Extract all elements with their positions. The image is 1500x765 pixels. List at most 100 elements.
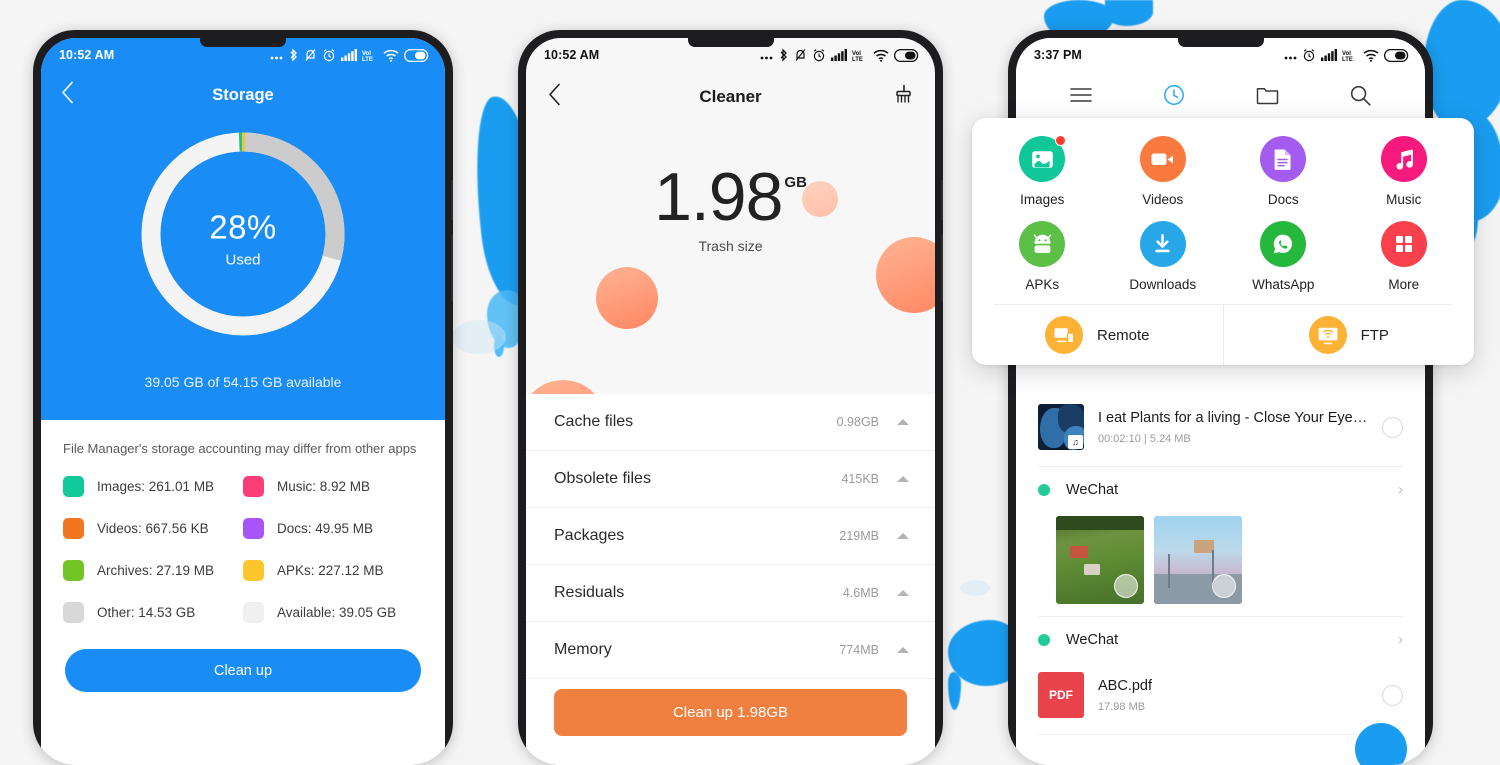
clock-icon [1163, 85, 1184, 105]
menu-button[interactable] [1059, 77, 1103, 113]
caret-up-icon[interactable] [897, 590, 909, 596]
cleaner-row[interactable]: Cache files 0.98GB [526, 394, 935, 451]
select-radio[interactable] [1382, 684, 1403, 706]
clean-up-button[interactable]: Clean up [65, 649, 421, 693]
file-manager-toolbar [1016, 72, 1425, 118]
cleaner-row-size: 219MB [839, 529, 879, 543]
file-name: I eat Plants for a living - Close Your E… [1098, 409, 1368, 426]
legend-label: Available: 39.05 GB [277, 605, 397, 621]
legend-swatch [63, 518, 84, 540]
select-circle[interactable] [1212, 574, 1236, 598]
category-downloads[interactable]: Downloads [1103, 221, 1224, 292]
storage-donut-chart: 28% Used [41, 124, 445, 354]
screenshot-canvas: 10:52 AM VoI LTE Storage 28% Used 39.05 … [0, 0, 1500, 765]
signal-icon [1321, 49, 1337, 61]
back-button[interactable] [548, 83, 562, 112]
category-grid: Images Videos Docs Music APKs Downloads … [972, 135, 1474, 304]
wifi-icon [383, 49, 399, 62]
category-label: Videos [1142, 192, 1184, 207]
category-whatsapp[interactable]: WhatsApp [1223, 221, 1344, 292]
legend-item[interactable]: Docs: 49.95 MB [243, 518, 423, 540]
remote-action[interactable]: Remote [972, 305, 1223, 365]
trash-size-value-wrap: 1.98 GB [526, 158, 935, 236]
status-time: 3:37 PM [1034, 48, 1082, 62]
legend-item[interactable]: APKs: 227.12 MB [243, 560, 423, 582]
storage-appbar: Storage [41, 72, 445, 118]
category-images[interactable]: Images [982, 135, 1103, 207]
signal-icon [341, 49, 357, 61]
decorative-bubble-icon [526, 380, 606, 394]
legend-item[interactable]: Images: 261.01 MB [63, 476, 243, 498]
menu-icon [1069, 88, 1092, 102]
cleaner-row[interactable]: Residuals 4.6MB [526, 565, 935, 622]
caret-up-icon[interactable] [897, 647, 909, 653]
legend-item[interactable]: Videos: 667.56 KB [63, 518, 243, 540]
legend-item[interactable]: Archives: 27.19 MB [63, 560, 243, 582]
category-overlay-panel: Images Videos Docs Music APKs Downloads … [972, 118, 1474, 365]
search-button[interactable] [1338, 77, 1382, 113]
file-subtitle: 00:02:10 | 5.24 MB [1098, 432, 1191, 445]
category-music[interactable]: Music [1344, 136, 1465, 207]
notification-badge-dot [1055, 135, 1067, 146]
status-icons: VoI LTE [1284, 48, 1409, 62]
group-header-wechat[interactable]: WeChat › [1016, 467, 1425, 512]
audio-thumbnail: ♫ [1038, 404, 1084, 450]
group-header-wechat[interactable]: WeChat › [1016, 617, 1425, 662]
cleaner-row[interactable]: Packages 219MB [526, 508, 935, 565]
legend-label: Archives: 27.19 MB [97, 563, 215, 579]
page-title: Cleaner [699, 87, 762, 106]
remote-icon [1044, 316, 1083, 354]
category-apks[interactable]: APKs [982, 221, 1103, 292]
caret-up-icon[interactable] [897, 533, 909, 539]
category-more[interactable]: More [1344, 221, 1465, 292]
divider [1038, 734, 1403, 735]
list-item[interactable]: ♫ I eat Plants for a living - Close Your… [1016, 394, 1425, 460]
alarm-icon [813, 49, 825, 62]
document-icon [1260, 136, 1307, 182]
search-icon [1350, 85, 1371, 106]
donut-percent: 28% [209, 208, 277, 246]
app-dot-icon [1038, 633, 1050, 646]
category-docs[interactable]: Docs [1223, 136, 1344, 207]
phone2-screen: 10:52 AM VoI LTE Cleaner 1.98 GB Trash s… [526, 38, 935, 765]
folder-tab[interactable] [1245, 77, 1289, 113]
category-label: WhatsApp [1252, 277, 1315, 292]
photo-thumbnail[interactable] [1056, 516, 1144, 604]
back-button[interactable] [61, 81, 75, 110]
legend-swatch [243, 476, 264, 498]
ftp-label: FTP [1360, 326, 1389, 344]
wifi-icon [1363, 49, 1379, 62]
caret-up-icon[interactable] [897, 476, 909, 482]
trash-size-label: Trash size [698, 238, 763, 254]
photo-thumbnail[interactable] [1154, 516, 1242, 604]
status-icons: VoI LTE [270, 48, 429, 62]
battery-icon [1384, 48, 1409, 62]
battery-icon [894, 48, 919, 62]
legend-item[interactable]: Music: 8.92 MB [243, 476, 423, 498]
category-label: Music [1386, 192, 1422, 207]
clean-up-cta-button[interactable]: Clean up 1.98GB [554, 689, 907, 736]
alarm-icon [1303, 49, 1315, 62]
cleaner-row[interactable]: Obsolete files 415KB [526, 451, 935, 508]
legend-item[interactable]: Available: 39.05 GB [243, 602, 423, 624]
svg-text:LTE: LTE [1342, 57, 1353, 62]
select-radio[interactable] [1382, 416, 1403, 438]
phone-cleaner: 10:52 AM VoI LTE Cleaner 1.98 GB Trash s… [518, 30, 943, 765]
bluetooth-icon [290, 48, 297, 62]
file-name: ABC.pdf [1098, 677, 1152, 694]
legend-item[interactable]: Other: 14.53 GB [63, 602, 243, 624]
cleaner-row-size: 774MB [839, 643, 879, 657]
broom-icon [896, 84, 911, 103]
legend-label: Videos: 667.56 KB [97, 521, 209, 537]
list-item[interactable]: PDF ABC.pdf 17.98 MB [1016, 662, 1425, 728]
donut-center-label: 28% Used [168, 208, 318, 269]
broom-button[interactable] [893, 84, 913, 111]
select-circle[interactable] [1114, 574, 1138, 598]
group-label: WeChat [1066, 481, 1119, 498]
cleaner-row[interactable]: Memory 774MB [526, 622, 935, 679]
status-time: 10:52 AM [544, 48, 600, 62]
caret-up-icon[interactable] [897, 419, 909, 425]
ftp-action[interactable]: FTP [1222, 305, 1475, 365]
recent-tab[interactable] [1152, 77, 1196, 113]
category-videos[interactable]: Videos [1103, 136, 1224, 207]
